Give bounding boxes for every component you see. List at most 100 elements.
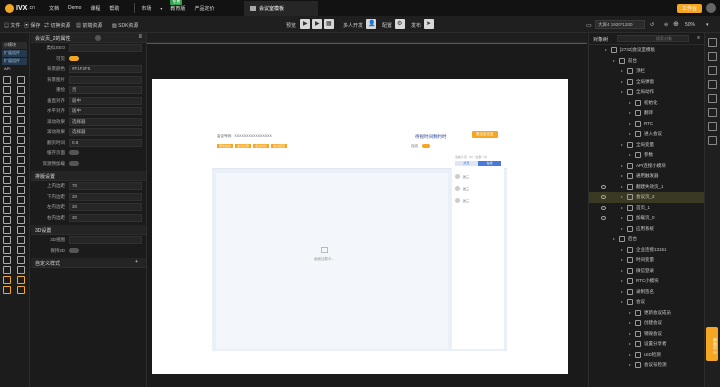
chevron-right-icon[interactable]: ▸ bbox=[621, 68, 623, 73]
tree-item[interactable]: ▸ 会议号检测 bbox=[589, 360, 704, 371]
eye-icon[interactable] bbox=[601, 205, 606, 210]
help-icon[interactable] bbox=[95, 35, 101, 41]
action-tag[interactable]: 会议时长 bbox=[253, 144, 270, 148]
tree-item[interactable]: ▸ 翻建失效页_1 bbox=[589, 182, 704, 193]
chevron-right-icon[interactable]: ▸ bbox=[629, 310, 631, 315]
side-tool-icon[interactable] bbox=[708, 80, 717, 89]
component-icon[interactable] bbox=[17, 156, 25, 164]
toggle-switch[interactable] bbox=[69, 55, 79, 61]
chevron-right-icon[interactable]: ▸ bbox=[613, 58, 615, 63]
component-icon[interactable] bbox=[3, 96, 11, 104]
toggle-switch[interactable] bbox=[69, 150, 79, 155]
tree-item[interactable]: ▸ 加载页_0 bbox=[589, 213, 704, 224]
palette-tab-ext2[interactable]: 扩展组件 bbox=[2, 58, 27, 65]
toggle-switch[interactable] bbox=[69, 247, 79, 253]
chevron-right-icon[interactable]: ▸ bbox=[629, 152, 631, 157]
menu-docs[interactable]: 文档 bbox=[49, 5, 59, 12]
side-tool-icon[interactable] bbox=[708, 108, 717, 117]
multi-dev-button[interactable]: 👤 bbox=[366, 19, 376, 29]
logo[interactable]: IVX .cn bbox=[5, 3, 49, 13]
component-icon[interactable] bbox=[3, 286, 11, 294]
tree-item[interactable]: ▸ 录制签名 bbox=[589, 287, 704, 298]
prop-value[interactable] bbox=[69, 44, 142, 52]
prop-value[interactable]: 居中 bbox=[69, 96, 142, 105]
tree-item[interactable]: ▸ 微信登录 bbox=[589, 266, 704, 277]
tree-item[interactable]: ▸ 参数 bbox=[589, 150, 704, 161]
component-icon[interactable] bbox=[3, 206, 11, 214]
chevron-right-icon[interactable]: ▸ bbox=[629, 100, 631, 105]
component-icon[interactable] bbox=[3, 246, 11, 254]
chevron-down-icon[interactable]: ▾ bbox=[706, 22, 709, 28]
avatar[interactable] bbox=[706, 3, 716, 13]
component-icon[interactable] bbox=[3, 156, 11, 164]
tree-item[interactable]: ▸ 应用系统 bbox=[589, 224, 704, 235]
menu-icon[interactable]: ≡ bbox=[138, 34, 142, 40]
side-tool-icon[interactable] bbox=[708, 38, 717, 47]
chevron-right-icon[interactable]: ▸ bbox=[621, 278, 623, 283]
prop-value[interactable] bbox=[69, 236, 142, 244]
chevron-right-icon[interactable]: ▸ bbox=[629, 331, 631, 336]
tree-item[interactable]: ▸ 创建会议 bbox=[589, 318, 704, 329]
action-tag[interactable]: 会议记录 bbox=[235, 144, 252, 148]
component-icon[interactable] bbox=[17, 76, 25, 84]
chevron-right-icon[interactable]: ▸ bbox=[621, 215, 623, 220]
component-icon[interactable] bbox=[3, 186, 11, 194]
tree-item[interactable]: ▸ UID检测 bbox=[589, 350, 704, 361]
chevron-right-icon[interactable]: ▸ bbox=[621, 247, 623, 252]
component-icon[interactable] bbox=[17, 276, 25, 284]
component-icon[interactable] bbox=[3, 196, 11, 204]
component-icon[interactable] bbox=[17, 96, 25, 104]
component-icon[interactable] bbox=[3, 256, 11, 264]
menu-market[interactable]: 市场 bbox=[141, 5, 151, 12]
chevron-right-icon[interactable]: ▸ bbox=[629, 352, 631, 357]
prop-value[interactable]: 0.8 bbox=[69, 138, 142, 147]
chevron-right-icon[interactable]: ▸ bbox=[629, 121, 631, 126]
side-tool-icon[interactable] bbox=[708, 122, 717, 131]
component-icon[interactable] bbox=[17, 236, 25, 244]
workbench-button[interactable]: 工作台 bbox=[676, 3, 702, 13]
qr-button[interactable]: ▦ bbox=[324, 19, 334, 29]
component-icon[interactable] bbox=[17, 216, 25, 224]
tree-item[interactable]: ▸ 进入会议 bbox=[589, 129, 704, 140]
chevron-right-icon[interactable]: ▸ bbox=[621, 173, 623, 178]
tree-item[interactable]: ▸ API连接小模块 bbox=[589, 161, 704, 172]
refresh-icon[interactable]: ↺ bbox=[650, 22, 654, 28]
tree-item[interactable]: ▸ 全局弹窗 bbox=[589, 77, 704, 88]
chevron-right-icon[interactable]: ▸ bbox=[621, 257, 623, 262]
component-icon[interactable] bbox=[17, 256, 25, 264]
chevron-right-icon[interactable]: ▸ bbox=[629, 110, 631, 115]
component-icon[interactable] bbox=[3, 176, 11, 184]
component-icon[interactable] bbox=[3, 146, 11, 154]
tree-item[interactable]: ▸ 全局变量 bbox=[589, 140, 704, 151]
action-tag[interactable]: 会议结束 bbox=[271, 144, 288, 148]
prop-value[interactable]: 70 bbox=[69, 182, 142, 190]
tree-item[interactable]: ▸ 设置分享者 bbox=[589, 339, 704, 350]
tree-item[interactable]: ▸ 初始化 bbox=[589, 98, 704, 109]
side-tool-icon[interactable] bbox=[708, 94, 717, 103]
chevron-right-icon[interactable]: ▸ bbox=[621, 142, 623, 147]
chevron-right-icon[interactable]: ▸ bbox=[621, 289, 623, 294]
component-icon[interactable] bbox=[3, 116, 11, 124]
action-tag[interactable]: 申请发言 bbox=[217, 144, 234, 148]
eye-icon[interactable] bbox=[601, 216, 606, 220]
component-icon[interactable] bbox=[17, 116, 25, 124]
component-icon[interactable] bbox=[17, 206, 25, 214]
menu-icon[interactable]: ≡ bbox=[697, 35, 700, 41]
component-icon[interactable] bbox=[3, 266, 11, 274]
component-icon[interactable] bbox=[17, 196, 25, 204]
chevron-right-icon[interactable]: ▸ bbox=[629, 131, 631, 136]
component-icon[interactable] bbox=[3, 276, 11, 284]
tree-item[interactable]: ▸ 销毁会议 bbox=[589, 329, 704, 340]
cut-resource-button[interactable]: ⇄ 切换资源 bbox=[44, 22, 70, 29]
menu-demo[interactable]: Demo bbox=[68, 5, 81, 11]
tree-item[interactable]: ▸ 企业连接13151 bbox=[589, 245, 704, 256]
prop-value[interactable]: 30 bbox=[69, 192, 142, 201]
component-icon[interactable] bbox=[3, 216, 11, 224]
component-icon[interactable] bbox=[17, 246, 25, 254]
prop-value[interactable]: 居中 bbox=[69, 107, 142, 115]
chevron-right-icon[interactable]: ▸ bbox=[621, 79, 623, 84]
sdk-resource-button[interactable]: ▧ SDK资源 bbox=[112, 22, 138, 29]
component-icon[interactable] bbox=[17, 126, 25, 134]
publish-button[interactable]: ➤ bbox=[424, 19, 434, 29]
tree-item[interactable]: ▸ 时间变量 bbox=[589, 255, 704, 266]
